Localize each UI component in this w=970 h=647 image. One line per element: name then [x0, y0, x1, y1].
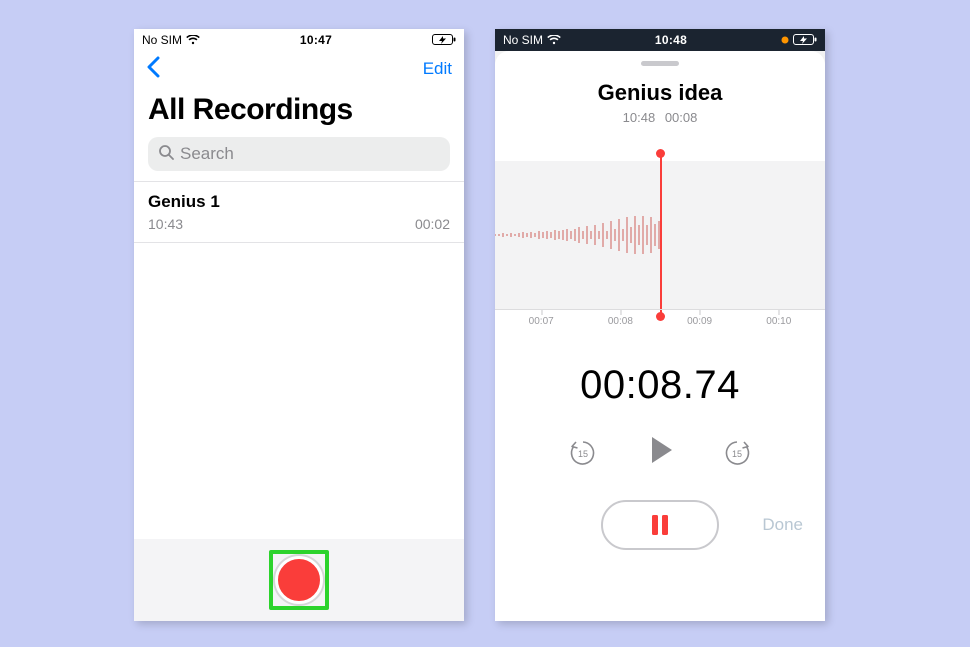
wifi-icon [186, 35, 200, 45]
status-time: 10:48 [655, 33, 687, 47]
record-footer [134, 539, 464, 621]
recording-list-item[interactable]: Genius 1 10:43 00:02 [134, 181, 464, 243]
svg-text:15: 15 [578, 449, 588, 459]
time-ruler: 00:07 00:08 00:09 00:10 [495, 309, 825, 333]
recording-subtitle: 10:48 00:08 [495, 110, 825, 125]
page-title: All Recordings [134, 87, 464, 137]
status-time: 10:47 [300, 33, 332, 47]
status-bar: No SIM 10:48 [495, 29, 825, 51]
carrier-text: No SIM [142, 33, 182, 47]
ruler-tick: 00:07 [529, 310, 554, 327]
waveform[interactable] [495, 161, 825, 309]
phone-recording: No SIM 10:48 Genius idea 10:48 00:08 [495, 29, 825, 621]
elapsed-timer: 00:08.74 [495, 363, 825, 408]
search-input[interactable]: Search [148, 137, 450, 171]
recording-time: 10:43 [148, 216, 183, 232]
record-button[interactable] [275, 556, 323, 604]
phone-all-recordings: No SIM 10:47 Edit All Recordings Search … [134, 29, 464, 621]
search-icon [158, 144, 174, 165]
status-left: No SIM [142, 33, 200, 47]
edit-button[interactable]: Edit [423, 59, 452, 79]
nav-row: Edit [134, 51, 464, 87]
recording-panel: Genius idea 10:48 00:08 00:07 00:08 00:0… [495, 51, 825, 621]
drag-grabber[interactable] [641, 61, 679, 66]
wifi-icon [547, 35, 561, 45]
status-right [432, 34, 456, 46]
search-placeholder: Search [180, 144, 234, 164]
recording-title[interactable]: Genius idea [495, 80, 825, 106]
skip-back-15-button[interactable]: 15 [568, 438, 598, 468]
recording-duration: 00:02 [415, 216, 450, 232]
ruler-tick: 00:09 [687, 310, 712, 327]
status-bar: No SIM 10:47 [134, 29, 464, 51]
svg-text:15: 15 [732, 449, 742, 459]
recording-indicator-icon [781, 36, 789, 44]
battery-icon [432, 34, 456, 46]
battery-icon [793, 34, 817, 46]
bottom-row: Done [495, 499, 825, 551]
status-right [781, 34, 817, 46]
pause-button[interactable] [601, 500, 719, 550]
carrier-text: No SIM [503, 33, 543, 47]
ruler-tick: 00:10 [766, 310, 791, 327]
playback-controls: 15 15 [495, 432, 825, 473]
back-button[interactable] [146, 56, 160, 83]
recording-created-time: 10:48 [623, 110, 656, 125]
ruler-tick: 00:08 [608, 310, 633, 327]
playhead[interactable] [660, 153, 662, 317]
highlight-box [269, 550, 329, 610]
play-button[interactable] [642, 432, 678, 473]
done-button[interactable]: Done [762, 515, 803, 535]
status-left: No SIM [503, 33, 561, 47]
recording-length: 00:08 [665, 110, 698, 125]
skip-forward-15-button[interactable]: 15 [722, 438, 752, 468]
recording-name: Genius 1 [148, 192, 450, 212]
